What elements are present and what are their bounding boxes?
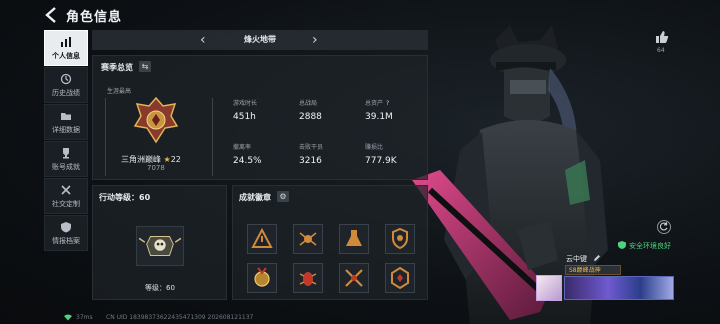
next-mode-chevron-icon[interactable]: › [312, 32, 318, 48]
sidebar-item-label: 账号成就 [52, 162, 80, 171]
level-label: 等级：60 [145, 284, 175, 292]
folder-icon [61, 112, 71, 120]
edit-pencil-icon[interactable] [593, 254, 601, 262]
sidebar-item-label: 个人信息 [52, 51, 80, 60]
sidebar-item-label: 社交定制 [52, 199, 80, 208]
bug-badge-icon[interactable] [293, 263, 323, 293]
stat-total-assets: 总资产? 39.1M [365, 100, 393, 122]
history-icon [60, 73, 72, 84]
hexagon-badge-icon[interactable] [385, 263, 415, 293]
back-arrow-icon[interactable] [44, 7, 58, 23]
stat-extraction-rate: 撤离率 24.5% [233, 144, 262, 166]
sidebar-item-label: 情报档案 [52, 236, 80, 245]
avatar[interactable] [536, 275, 562, 301]
sidebar-nav: 个人信息 历史战绩 详细数据 账号成就 社交定制 情报档案 [44, 30, 88, 252]
rank-score: 7078 [147, 164, 165, 172]
tools-icon [61, 184, 71, 195]
player-rank-tag: S8巅峰战神 [565, 265, 621, 275]
stat-total-matches: 总战局 2888 [299, 100, 322, 122]
sidebar-item-achievements[interactable]: 账号成就 [44, 141, 88, 177]
sidebar-item-intel-archive[interactable]: 情报档案 [44, 215, 88, 251]
mode-name: 烽火地带 [244, 35, 276, 44]
level-badge [136, 226, 184, 266]
sidebar-item-match-history[interactable]: 历史战绩 [44, 67, 88, 103]
skull-badge-icon [138, 236, 182, 256]
spider-badge-icon[interactable] [293, 224, 323, 254]
career-best-label: 生涯最高 [107, 88, 132, 95]
medal-badge-icon[interactable] [247, 263, 277, 293]
shield-badge-icon[interactable] [385, 224, 415, 254]
action-level-panel: 行动等级：60 等级：60 [92, 185, 227, 300]
warning-badge-icon[interactable] [247, 224, 277, 254]
status-bar: 37ms CN UID 1839837362243547130​9 202608… [0, 312, 520, 324]
rank-emblem-icon [133, 96, 179, 144]
thumbs-up-icon[interactable] [655, 30, 669, 44]
page-title: 角色信息 [66, 10, 123, 25]
sidebar-item-detailed-data[interactable]: 详细数据 [44, 104, 88, 140]
season-title: 赛季总览 [101, 63, 133, 72]
stat-profit-loss: 赚损比 777.9K [365, 144, 397, 166]
sidebar-item-label: 历史战绩 [52, 88, 80, 97]
settings-gear-icon[interactable]: ⚙ [277, 191, 289, 202]
trophy-icon [63, 147, 69, 158]
help-icon[interactable]: ? [386, 100, 389, 107]
stat-operators-defeated: 击败干员 3216 [299, 144, 324, 166]
mode-selector: ‹ 烽火地带 › [92, 30, 428, 50]
shield-icon [61, 221, 71, 232]
player-banner[interactable] [564, 276, 674, 300]
safe-environment-status: 安全环境良好 [629, 242, 671, 250]
bar-chart-icon [61, 36, 71, 47]
achievement-badges-panel: 成就徽章 ⚙ [232, 185, 428, 300]
like-count: 64 [657, 47, 665, 54]
sidebar-item-personal-info[interactable]: 个人信息 [44, 30, 88, 66]
crossed-swords-badge-icon[interactable] [339, 263, 369, 293]
ping-value: 37ms [76, 314, 93, 321]
refresh-icon[interactable] [657, 220, 671, 234]
wifi-icon [64, 314, 72, 321]
achievements-title: 成就徽章 [239, 193, 271, 202]
switch-season-icon[interactable]: ⇆ [139, 61, 151, 72]
star-icon: ★ [163, 155, 171, 164]
flask-badge-icon[interactable] [339, 224, 369, 254]
action-level-title: 行动等级：60 [99, 193, 151, 202]
safe-shield-icon [618, 241, 626, 249]
season-overview-panel: 赛季总览 ⇆ 生涯最高 三角洲巅峰 ★22 7078 游戏时长 451h 总战局 2… [92, 55, 428, 180]
player-name: 云中键 [566, 255, 587, 263]
top-bar: 角色信息 [0, 0, 720, 30]
stat-play-time: 游戏时长 451h [233, 100, 258, 122]
sidebar-item-social-custom[interactable]: 社交定制 [44, 178, 88, 214]
uid-text: CN UID 1839837362243547130​9 20260812113… [106, 314, 254, 321]
sidebar-item-label: 详细数据 [52, 125, 80, 134]
